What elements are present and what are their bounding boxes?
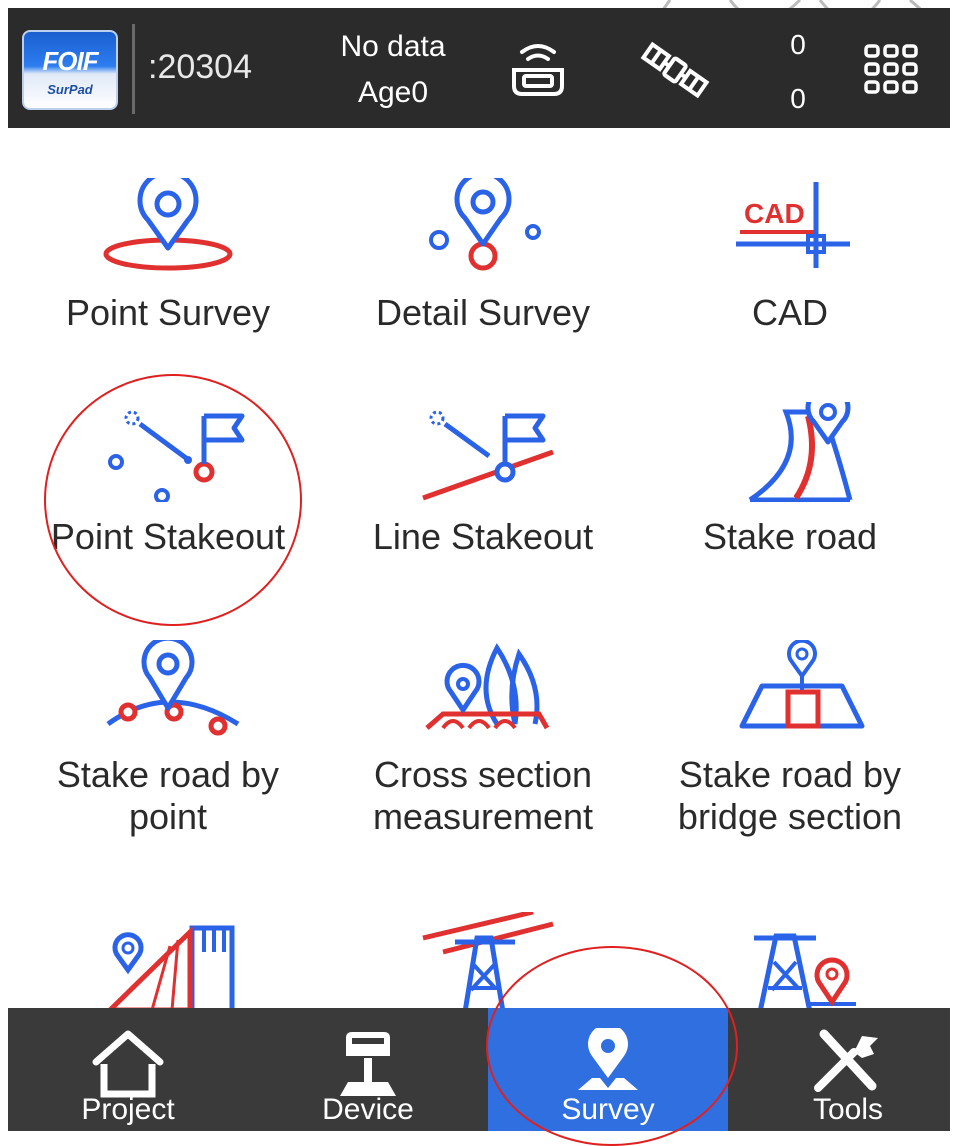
detail-survey-icon	[429, 178, 541, 271]
tile-label-line2: measurement	[372, 796, 594, 837]
tile-tunnel[interactable]	[8, 912, 328, 1012]
nav-survey[interactable]: Survey	[488, 1008, 728, 1131]
satellite-counts: 0 0	[778, 18, 818, 126]
tile-bridge-section[interactable]: Stake road by bridge section	[630, 640, 950, 838]
tile-label: Line Stakeout	[372, 516, 594, 557]
nav-label: Project	[81, 1093, 175, 1126]
solution-status[interactable]: No data Age0	[308, 24, 478, 116]
line-stakeout-icon	[422, 410, 554, 501]
receiver-icon[interactable]	[506, 38, 570, 102]
tile-label-line1: Stake road by	[56, 754, 280, 795]
differential-age: Age0	[357, 76, 429, 109]
tile-line-stakeout[interactable]: Line Stakeout	[323, 402, 643, 558]
solution-status-text: No data	[340, 30, 446, 63]
tile-cad[interactable]: CAD CAD	[630, 178, 950, 334]
app-logo[interactable]: FOIF SurPad	[22, 30, 118, 110]
device-id: :20304	[148, 48, 252, 86]
tile-label: Point Survey	[65, 292, 271, 333]
tile-label: Stake road by point	[8, 754, 328, 838]
tile-label: Stake road by bridge section	[630, 754, 950, 838]
tower-stakeout-icon	[754, 933, 856, 1012]
cad-icon-text: CAD	[744, 198, 805, 229]
bridge-section-icon	[739, 640, 865, 729]
power-line-icon	[422, 912, 554, 1012]
nav-project[interactable]: Project	[8, 1008, 248, 1131]
tile-stake-road[interactable]: Stake road	[630, 402, 950, 558]
receiver-device-icon	[340, 1032, 396, 1096]
nav-label: Device	[322, 1093, 414, 1126]
stake-road-icon	[748, 402, 853, 502]
point-survey-icon	[103, 178, 233, 271]
nav-label: Survey	[561, 1093, 655, 1126]
tile-label: Cross section measurement	[323, 754, 643, 838]
tile-label-line2: point	[128, 796, 208, 837]
nav-label: Tools	[812, 1093, 884, 1126]
tile-label: CAD	[751, 292, 828, 333]
tools-icon	[814, 1029, 878, 1092]
tile-label-line1: Stake road by	[678, 754, 902, 795]
tile-power-line[interactable]	[323, 912, 643, 1012]
stake-road-by-point-icon	[106, 640, 240, 736]
status-bar: FOIF SurPad :20304 No data Age0 0 0	[8, 8, 950, 128]
grid-menu-icon[interactable]	[864, 42, 918, 96]
point-stakeout-icon	[108, 410, 245, 502]
tile-point-survey[interactable]: Point Survey	[8, 178, 328, 334]
home-icon	[92, 1030, 164, 1098]
nav-tools[interactable]: Tools	[728, 1008, 958, 1131]
tile-stake-road-by-point[interactable]: Stake road by point	[8, 640, 328, 838]
tile-label-line1: Cross section	[373, 754, 593, 795]
tile-label-line2: bridge section	[677, 796, 903, 837]
tile-label: Point Stakeout	[50, 516, 286, 557]
satellite-icon[interactable]	[640, 38, 710, 102]
tile-detail-survey[interactable]: Detail Survey	[323, 178, 643, 334]
tile-label: Stake road	[702, 516, 878, 557]
tile-point-stakeout[interactable]: Point Stakeout	[8, 402, 328, 558]
logo-subtitle: SurPad	[47, 82, 93, 97]
tile-tower-stakeout[interactable]	[630, 912, 950, 1012]
nav-device[interactable]: Device	[248, 1008, 488, 1131]
tile-cross-section[interactable]: Cross section measurement	[323, 640, 643, 838]
sat-count-bottom: 0	[790, 83, 806, 114]
bottom-nav: Project Device Survey Tools	[8, 1008, 950, 1131]
survey-pin-icon	[578, 1028, 638, 1090]
cad-icon: CAD	[736, 182, 850, 268]
status-divider	[132, 24, 135, 114]
cross-section-icon	[425, 643, 550, 730]
tunnel-icon	[104, 925, 235, 1012]
tile-label: Detail Survey	[375, 292, 591, 333]
sat-count-top: 0	[790, 29, 806, 60]
logo-brand: FOIF	[42, 46, 98, 76]
